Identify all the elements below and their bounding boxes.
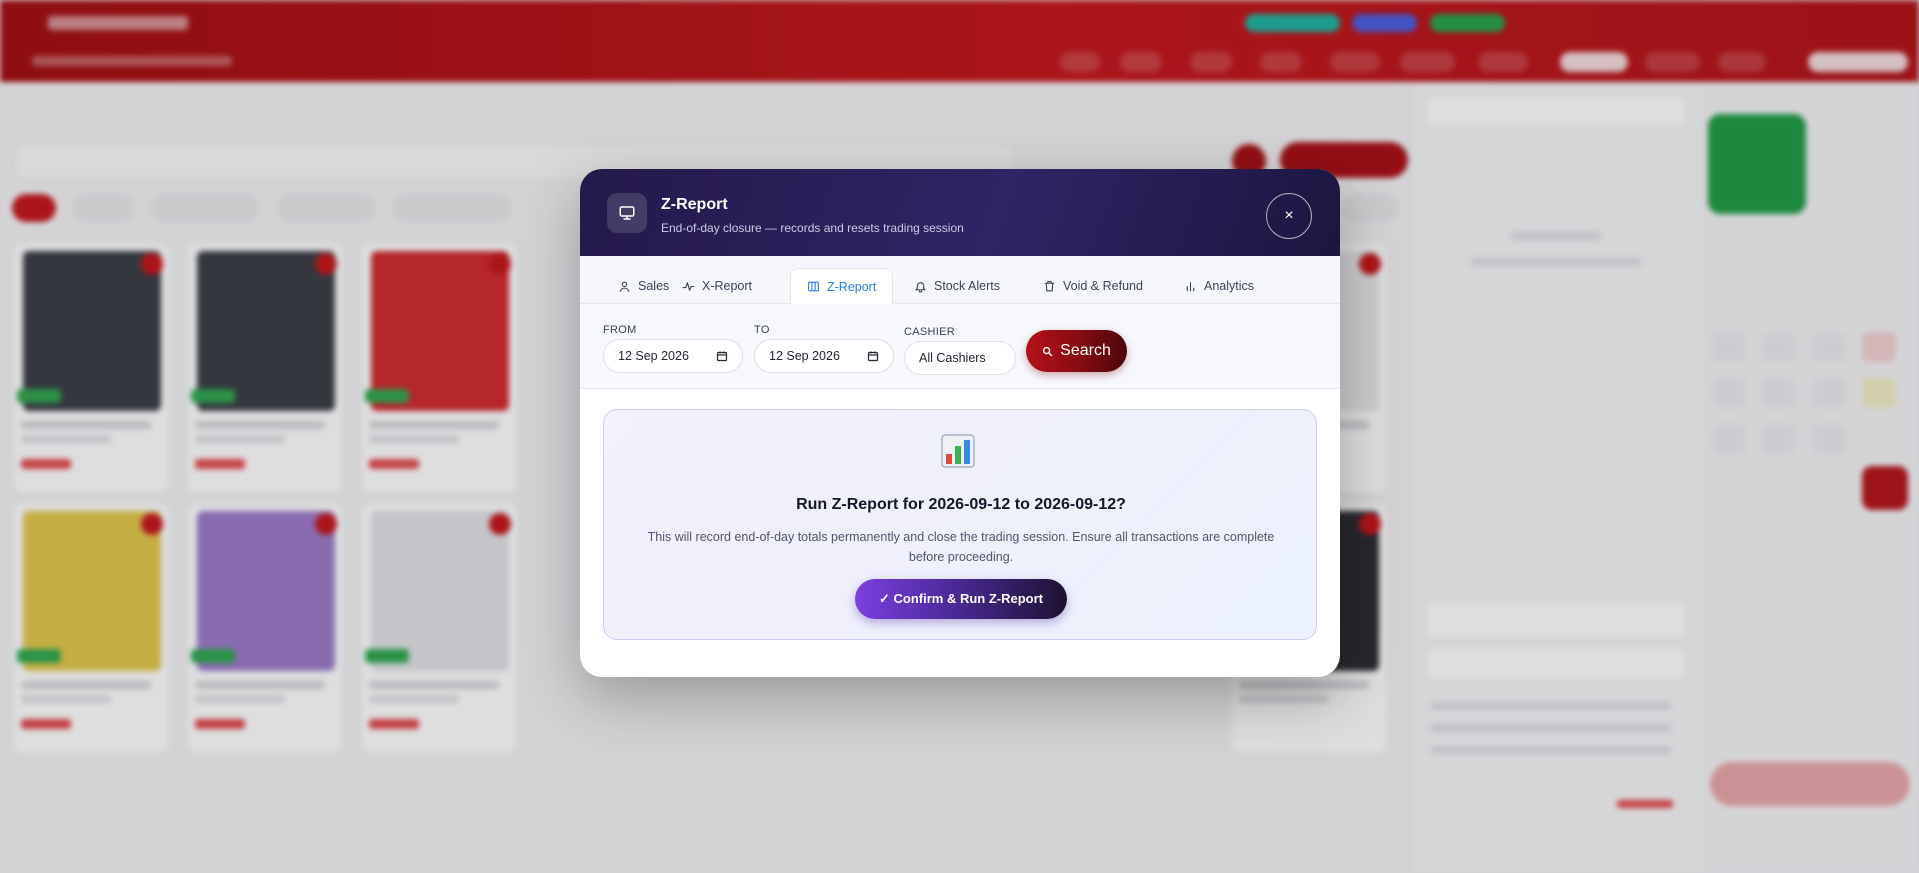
tab-analytics[interactable]: Analytics <box>1168 268 1270 304</box>
to-label: TO <box>754 324 770 336</box>
from-label: FROM <box>603 324 637 336</box>
trash-icon <box>1044 280 1055 291</box>
search-icon <box>1043 346 1053 356</box>
to-date-value: 12 Sep 2026 <box>769 349 840 363</box>
calendar-icon[interactable] <box>716 350 728 362</box>
close-icon: × <box>1284 207 1294 224</box>
tab-label: Z-Report <box>827 279 877 294</box>
tab-label: Stock Alerts <box>934 279 1000 293</box>
z-report-modal: Z-Report End-of-day closure — records an… <box>580 169 1340 677</box>
from-date-input[interactable]: 12 Sep 2026 <box>603 339 743 373</box>
activity-icon <box>682 281 695 291</box>
bar-chart-emoji-icon <box>941 434 975 468</box>
confirm-title: Run Z-Report for 2026-09-12 to 2026-09-1… <box>796 496 1126 513</box>
confirm-button-label: ✓ Confirm & Run Z-Report <box>879 591 1043 606</box>
tab-x-report[interactable]: X-Report <box>666 268 768 304</box>
cashier-value: All Cashiers <box>919 351 986 365</box>
tab-void-refund[interactable]: Void & Refund <box>1027 268 1159 304</box>
report-tabs: Sales X-Report Z-Report Stock Alerts Voi… <box>580 256 1340 305</box>
confirm-description: This will record end-of-day totals perma… <box>647 530 1275 564</box>
close-button[interactable]: × <box>1266 193 1312 239</box>
tab-stock-alerts[interactable]: Stock Alerts <box>898 268 1016 304</box>
cashier-select[interactable]: All Cashiers <box>904 341 1016 375</box>
confirm-run-z-report-button[interactable]: ✓ Confirm & Run Z-Report <box>855 579 1067 619</box>
tab-label: Sales <box>638 279 670 293</box>
search-button[interactable]: Search <box>1026 330 1127 372</box>
tab-label: X-Report <box>702 279 753 293</box>
modal-title: Z-Report <box>661 196 728 213</box>
columns-icon <box>808 281 819 292</box>
modal-subtitle: End-of-day closure — records and resets … <box>661 221 964 235</box>
to-date-input[interactable]: 12 Sep 2026 <box>754 339 894 373</box>
tab-label: Analytics <box>1204 279 1255 293</box>
from-date-value: 12 Sep 2026 <box>618 349 689 363</box>
calendar-icon[interactable] <box>867 350 879 362</box>
user-icon <box>619 281 630 292</box>
tab-label: Void & Refund <box>1063 279 1143 293</box>
z-report-confirm-panel: Run Z-Report for 2026-09-12 to 2026-09-1… <box>603 409 1317 640</box>
bell-icon <box>914 281 927 292</box>
monitor-icon <box>607 193 647 233</box>
modal-header: Z-Report End-of-day closure — records an… <box>580 169 1340 256</box>
filter-bar: FROM 12 Sep 2026 TO 12 Sep 2026 CASHIER … <box>580 304 1340 389</box>
search-label: Search <box>1060 342 1111 359</box>
tab-z-report[interactable]: Z-Report <box>790 268 894 305</box>
cashier-label: CASHIER <box>904 326 955 338</box>
bar-chart-icon <box>1186 281 1195 291</box>
